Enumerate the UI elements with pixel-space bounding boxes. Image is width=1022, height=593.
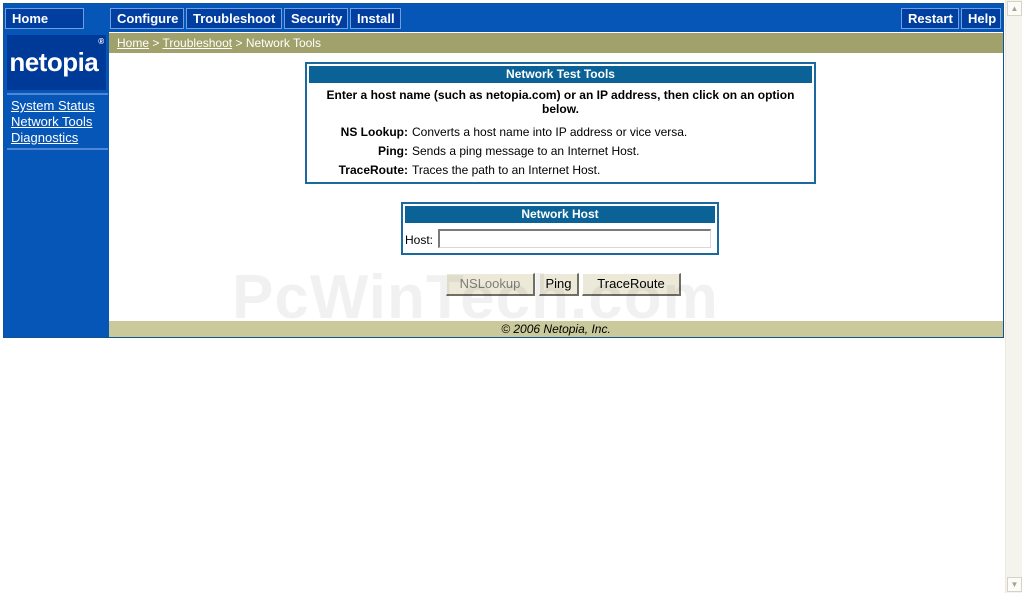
copyright-footer: © 2006 Netopia, Inc.	[109, 321, 1003, 337]
host-label: Host:	[405, 233, 434, 247]
sidebar-divider	[7, 93, 108, 95]
nav-security[interactable]: Security	[284, 8, 348, 29]
breadcrumb-current: Network Tools	[245, 36, 321, 50]
tool-description: Converts a host name into IP address or …	[412, 125, 688, 139]
up-arrow-icon[interactable]: ▲	[1007, 1, 1022, 16]
down-arrow-icon[interactable]: ▼	[1007, 577, 1022, 592]
vertical-scrollbar[interactable]: ▲ ▼	[1005, 0, 1022, 593]
nav-restart[interactable]: Restart	[901, 8, 959, 29]
nav-help[interactable]: Help	[961, 8, 1001, 29]
nav-configure[interactable]: Configure	[110, 8, 184, 29]
sidebar-item-network-tools[interactable]: Network Tools	[11, 114, 92, 129]
tool-row-nslookup: NS Lookup: Converts a host name into IP …	[307, 125, 814, 141]
tool-description: Traces the path to an Internet Host.	[412, 163, 601, 177]
sidebar-divider	[7, 148, 108, 150]
host-input[interactable]	[438, 229, 711, 248]
logo-registered-mark: ®	[98, 37, 104, 46]
panel-title: Network Host	[405, 206, 715, 223]
tool-description: Sends a ping message to an Internet Host…	[412, 144, 640, 158]
panel-description: Enter a host name (such as netopia.com) …	[326, 88, 795, 116]
breadcrumb-separator: >	[152, 36, 160, 50]
panel-title: Network Test Tools	[309, 66, 812, 83]
breadcrumb-home[interactable]: Home	[117, 36, 149, 50]
main-content: Network Test Tools Enter a host name (su…	[109, 53, 1003, 321]
router-admin-frame: Home Configure Troubleshoot Security Ins…	[3, 3, 1004, 338]
nslookup-button[interactable]: NSLookup	[446, 273, 535, 296]
breadcrumb-separator: >	[235, 36, 243, 50]
tool-row-ping: Ping: Sends a ping message to an Interne…	[307, 144, 814, 160]
breadcrumb-troubleshoot[interactable]: Troubleshoot	[163, 36, 233, 50]
traceroute-button[interactable]: TraceRoute	[582, 273, 681, 296]
tool-row-traceroute: TraceRoute: Traces the path to an Intern…	[307, 163, 814, 179]
tool-name: TraceRoute:	[338, 163, 408, 177]
nav-install[interactable]: Install	[350, 8, 401, 29]
breadcrumb: Home > Troubleshoot > Network Tools	[109, 33, 1003, 53]
nav-home[interactable]: Home	[5, 8, 84, 29]
top-nav-bar: Home Configure Troubleshoot Security Ins…	[4, 4, 1003, 32]
network-test-tools-panel: Network Test Tools Enter a host name (su…	[305, 62, 816, 184]
ping-button[interactable]: Ping	[539, 273, 579, 296]
sidebar-item-system-status[interactable]: System Status	[11, 98, 95, 113]
tool-name: NS Lookup:	[340, 125, 408, 139]
netopia-logo: netopia®	[7, 35, 106, 90]
tool-name: Ping:	[378, 144, 408, 158]
network-host-panel: Network Host Host:	[401, 202, 719, 255]
sidebar: netopia® System Status Network Tools Dia…	[4, 32, 109, 337]
logo-text: netopia	[9, 47, 99, 77]
nav-troubleshoot[interactable]: Troubleshoot	[186, 8, 282, 29]
sidebar-item-diagnostics[interactable]: Diagnostics	[11, 130, 78, 145]
